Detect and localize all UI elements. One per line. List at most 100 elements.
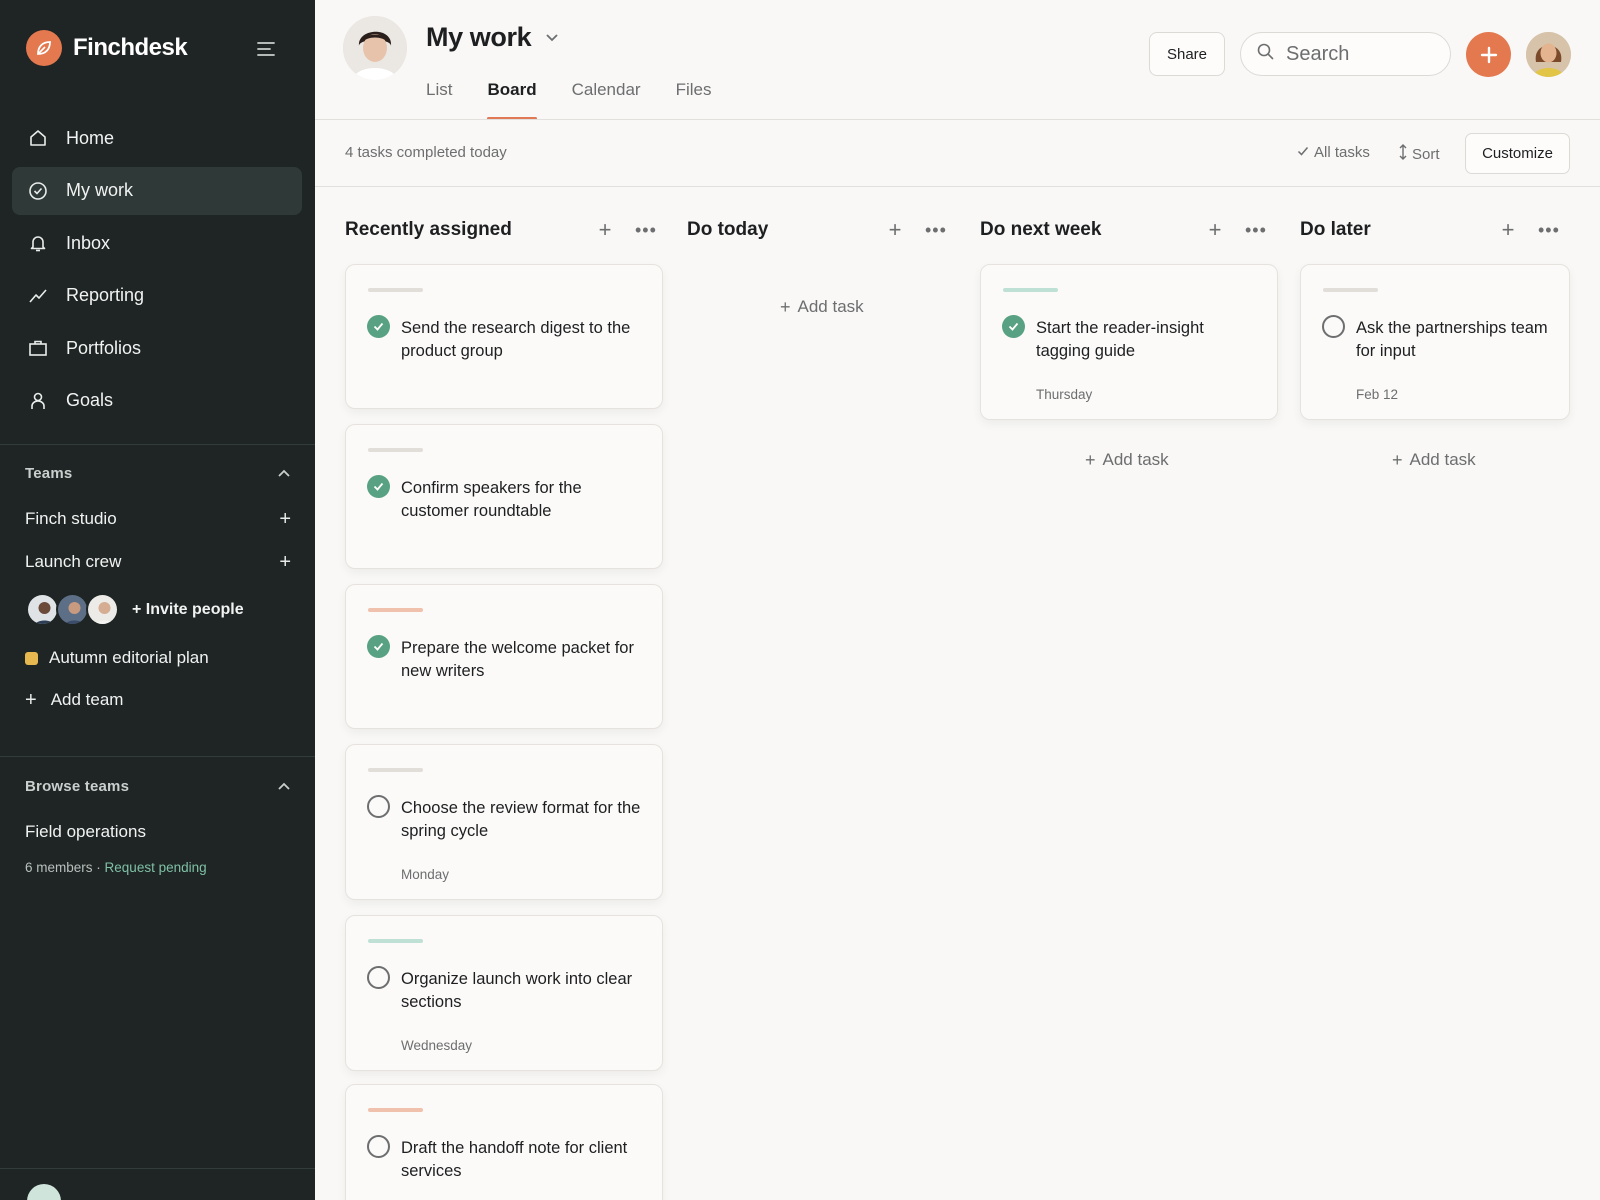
check-circle-icon [28, 181, 48, 201]
card-color-bar [368, 768, 423, 772]
task-due-date: Feb 12 [1356, 387, 1399, 402]
page-title[interactable]: My work [426, 22, 559, 53]
task-card[interactable]: Choose the review format for the spring … [345, 744, 663, 900]
task-card[interactable]: Start the reader-insight tagging guide T… [980, 264, 1278, 420]
add-to-team-icon[interactable]: + [279, 552, 291, 572]
column-actions: + ••• [1496, 215, 1560, 245]
invite-people-button[interactable]: + Invite people [132, 601, 244, 619]
task-card[interactable]: Ask the partnerships team for input Feb … [1300, 264, 1570, 420]
task-due-date: Thursday [1036, 387, 1093, 402]
task-title: Organize launch work into clear sections [401, 970, 633, 1011]
nav-item-label: Inbox [66, 232, 111, 253]
plus-icon: + [1085, 450, 1096, 470]
nav-item-label: Goals [66, 390, 114, 410]
task-complete-checkbox[interactable] [367, 635, 390, 658]
project-autumn-editorial-plan[interactable]: Autumn editorial plan [25, 648, 209, 668]
nav-item-inbox[interactable]: Inbox [12, 219, 302, 267]
view-tabs: List Board Calendar Files [426, 80, 747, 120]
tab-board[interactable]: Board [487, 80, 537, 120]
nav-item-my-work[interactable]: My work [12, 166, 302, 215]
task-complete-checkbox[interactable] [367, 315, 390, 338]
checkmark-icon [1297, 144, 1309, 161]
brand[interactable]: Finchdesk [26, 30, 188, 66]
user-avatar[interactable] [1526, 32, 1571, 77]
add-to-team-icon[interactable]: + [279, 509, 291, 529]
chevron-down-icon[interactable] [545, 31, 559, 45]
all-tasks-filter[interactable]: All tasks [1297, 144, 1370, 161]
add-task-plus-icon[interactable]: + [1203, 219, 1227, 241]
add-task-plus-icon[interactable]: + [883, 219, 907, 241]
add-task-label: Add task [797, 297, 864, 316]
leaf-logo-icon [26, 30, 62, 66]
card-color-bar [368, 1108, 423, 1112]
task-complete-checkbox[interactable] [367, 795, 390, 818]
add-task-button[interactable]: + Add task [780, 297, 864, 317]
sidebar-divider [0, 444, 315, 445]
add-task-plus-icon[interactable]: + [1496, 219, 1520, 241]
task-card[interactable]: Send the research digest to the product … [345, 264, 663, 409]
team-row-launch-crew[interactable]: Launch crew + [25, 552, 291, 572]
nav-item-home[interactable]: Home [12, 114, 302, 162]
nav-item-goals[interactable]: Goals [12, 377, 302, 425]
add-team-button[interactable]: + Add team [25, 690, 123, 710]
task-card[interactable]: Draft the handoff note for client servic… [345, 1084, 663, 1200]
browse-teams-section-header[interactable]: Browse teams [25, 778, 291, 795]
more-options-icon[interactable]: ••• [1245, 221, 1267, 239]
column-title: Do later [1300, 219, 1371, 240]
browse-team-field-operations[interactable]: Field operations [25, 822, 146, 842]
browse-team-meta: 6 members · Request pending [25, 860, 207, 875]
customize-button[interactable]: Customize [1465, 133, 1570, 174]
add-task-button[interactable]: + Add task [1085, 450, 1169, 470]
teams-section-header[interactable]: Teams [25, 465, 291, 482]
add-task-plus-icon[interactable]: + [593, 219, 617, 241]
search-input[interactable] [1286, 42, 1446, 66]
brand-name: Finchdesk [73, 34, 188, 61]
column-title: Do next week [980, 219, 1102, 240]
column-actions: + ••• [883, 215, 947, 245]
sidebar: Finchdesk Home My work Inbox Reporting P… [0, 0, 315, 1200]
task-complete-checkbox[interactable] [367, 1135, 390, 1158]
task-complete-checkbox[interactable] [1322, 315, 1345, 338]
team-row-finch-studio[interactable]: Finch studio + [25, 509, 291, 529]
collapse-menu-icon[interactable] [255, 38, 277, 60]
task-card[interactable]: Organize launch work into clear sections… [345, 915, 663, 1071]
tab-list[interactable]: List [426, 80, 452, 120]
all-tasks-label: All tasks [1314, 144, 1370, 161]
card-color-bar [1003, 288, 1058, 292]
main-content: My work List Board Calendar Files Share … [315, 0, 1600, 1200]
task-card[interactable]: Prepare the welcome packet for new write… [345, 584, 663, 729]
avatar[interactable] [27, 1184, 61, 1200]
share-button[interactable]: Share [1149, 32, 1225, 76]
tab-files[interactable]: Files [676, 80, 712, 120]
plus-icon: + [780, 297, 791, 317]
search-box[interactable] [1240, 32, 1451, 76]
avatar[interactable] [86, 593, 119, 626]
task-complete-checkbox[interactable] [367, 475, 390, 498]
column-title: Do today [687, 219, 769, 240]
nav-item-portfolios[interactable]: Portfolios [12, 324, 302, 372]
task-title: Ask the partnerships team for input [1356, 319, 1548, 360]
task-complete-checkbox[interactable] [1002, 315, 1025, 338]
add-task-button[interactable]: + Add task [1392, 450, 1476, 470]
bell-icon [28, 233, 48, 253]
team-name: Launch crew [25, 552, 122, 571]
avatar[interactable] [56, 593, 89, 626]
sort-arrows-icon [1398, 144, 1408, 164]
avatar[interactable] [26, 593, 59, 626]
board-toolbar: 4 tasks completed today All tasks Sort C… [315, 120, 1600, 187]
tab-calendar[interactable]: Calendar [572, 80, 641, 120]
more-options-icon[interactable]: ••• [1538, 221, 1560, 239]
nav-item-reporting[interactable]: Reporting [12, 272, 302, 320]
quick-add-button[interactable] [1466, 32, 1511, 77]
more-options-icon[interactable]: ••• [635, 221, 657, 239]
completed-count-text: 4 tasks completed today [345, 144, 507, 161]
task-card[interactable]: Confirm speakers for the customer roundt… [345, 424, 663, 569]
chevron-up-icon[interactable] [277, 465, 291, 482]
avatar[interactable] [343, 16, 407, 80]
more-options-icon[interactable]: ••• [925, 221, 947, 239]
member-count: 6 members · [25, 860, 101, 875]
task-complete-checkbox[interactable] [367, 966, 390, 989]
sort-button[interactable]: Sort [1398, 144, 1440, 164]
person-icon [28, 391, 48, 411]
chevron-up-icon[interactable] [277, 778, 291, 795]
